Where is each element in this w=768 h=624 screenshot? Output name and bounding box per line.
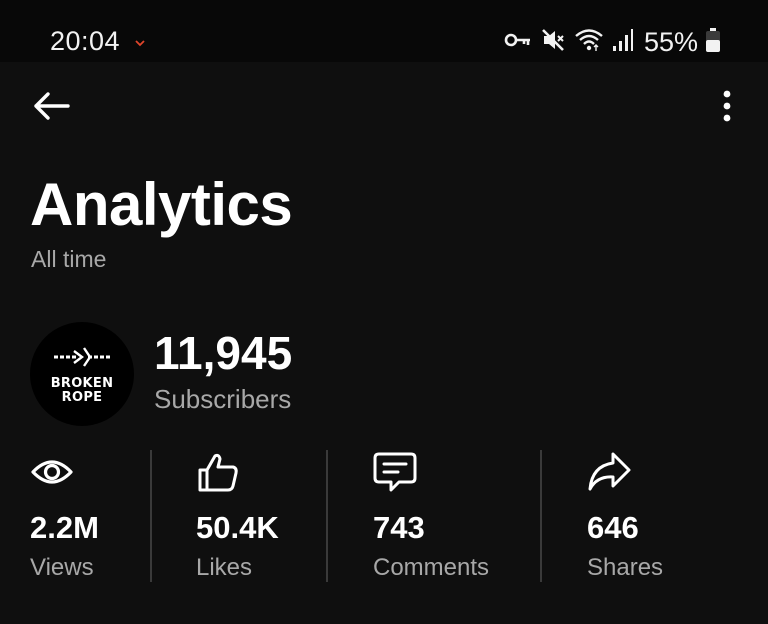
divider bbox=[326, 450, 328, 582]
stat-label: Shares bbox=[587, 554, 664, 581]
divider bbox=[150, 450, 152, 582]
wifi-icon bbox=[574, 27, 604, 58]
mute-icon bbox=[540, 27, 566, 58]
avatar[interactable]: BROKEN ROPE bbox=[30, 322, 134, 426]
thumbs-up-icon bbox=[196, 450, 240, 494]
stat-label: Likes bbox=[196, 554, 253, 581]
stat-value: 50.4K bbox=[196, 510, 279, 545]
notification-chevron-icon bbox=[134, 35, 146, 47]
stats-row: 2.2M Views 50.4K Likes 743 Comments 646 … bbox=[0, 450, 768, 584]
stat-value: 743 bbox=[373, 510, 425, 545]
stat-label: Comments bbox=[373, 554, 490, 581]
share-icon bbox=[587, 450, 631, 494]
stat-value: 646 bbox=[587, 510, 639, 545]
status-bar: 20:04 55% bbox=[0, 0, 768, 62]
divider bbox=[540, 450, 542, 582]
subscriber-block: 11,945 Subscribers bbox=[154, 328, 292, 415]
comment-icon bbox=[373, 450, 417, 494]
eye-icon bbox=[30, 450, 74, 494]
battery-icon bbox=[706, 27, 720, 57]
status-time: 20:04 bbox=[50, 26, 121, 56]
more-options-button[interactable] bbox=[712, 88, 742, 128]
analytics-screen: Analytics All time BROKEN ROPE 11,945 Su… bbox=[0, 62, 768, 624]
stat-value: 2.2M bbox=[30, 510, 99, 545]
vpn-key-icon bbox=[504, 30, 532, 55]
cell-signal-icon bbox=[612, 28, 634, 57]
channel-summary: BROKEN ROPE 11,945 Subscribers bbox=[30, 322, 292, 426]
back-button[interactable] bbox=[28, 88, 74, 128]
status-icons: 55% bbox=[504, 26, 720, 58]
avatar-label: BROKEN ROPE bbox=[50, 375, 114, 405]
battery-percentage: 55% bbox=[643, 26, 698, 57]
subscriber-label: Subscribers bbox=[154, 383, 292, 414]
page-title: Analytics bbox=[30, 171, 293, 238]
stat-label: Views bbox=[30, 554, 94, 581]
broken-rope-logo-icon bbox=[50, 344, 114, 375]
more-vertical-icon bbox=[722, 90, 732, 127]
page-subtitle: All time bbox=[31, 246, 107, 272]
arrow-left-icon bbox=[32, 91, 70, 126]
subscriber-count: 11,945 bbox=[154, 326, 293, 379]
